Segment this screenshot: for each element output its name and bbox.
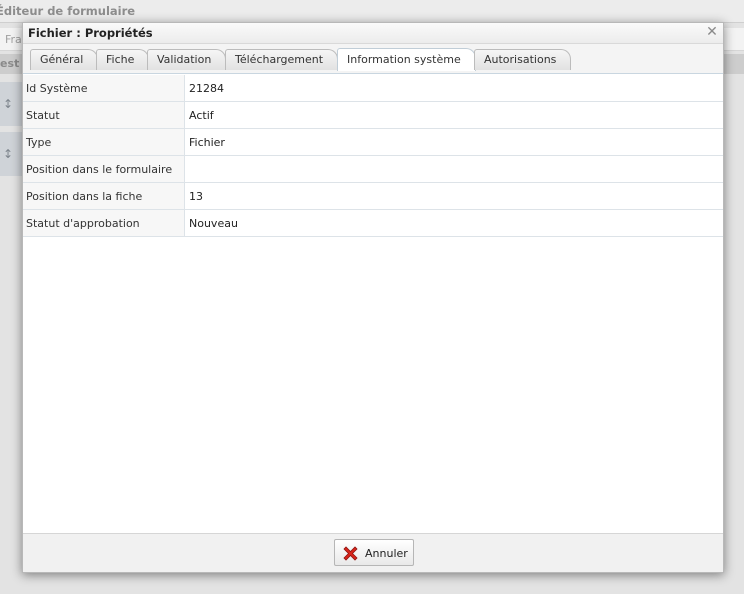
property-label: Statut d'approbation [23, 209, 185, 237]
property-value [184, 155, 723, 183]
table-row: Statut Actif [23, 101, 723, 129]
property-label: Statut [23, 101, 185, 129]
property-value: Fichier [184, 128, 723, 156]
properties-dialog: Fichier : Propriétés ✕ Général Fiche Val… [22, 22, 724, 573]
background-row-handle: ↕ [0, 132, 23, 176]
property-label: Type [23, 128, 185, 156]
tab-strip: Général Fiche Validation Téléchargement … [23, 44, 723, 74]
table-row: Position dans le formulaire [23, 155, 723, 183]
drag-handle-icon: ↕ [3, 147, 14, 161]
property-label: Position dans le formulaire [23, 155, 185, 183]
tab-validation[interactable]: Validation [147, 49, 227, 70]
background-section-text: est [0, 57, 20, 70]
dialog-footer: Annuler [23, 533, 723, 572]
close-icon[interactable]: ✕ [705, 24, 719, 40]
property-label: Position dans la fiche [23, 182, 185, 210]
tab-telechargement[interactable]: Téléchargement [225, 49, 339, 70]
tab-general[interactable]: Général [30, 49, 99, 70]
table-row: Id Système 21284 [23, 75, 723, 102]
background-toolbar-text: Fra [5, 33, 22, 46]
system-info-table: Id Système 21284 Statut Actif Type Fichi… [23, 75, 723, 237]
drag-handle-icon: ↕ [3, 97, 14, 111]
table-row: Type Fichier [23, 128, 723, 156]
cancel-button-label: Annuler [365, 547, 408, 560]
tab-fiche[interactable]: Fiche [96, 49, 150, 70]
property-value: Nouveau [184, 209, 723, 237]
property-value: 13 [184, 182, 723, 210]
background-row-handle: ↕ [0, 82, 23, 126]
property-label: Id Système [23, 75, 185, 102]
background-window-title: Éditeur de formulaire [0, 4, 136, 18]
table-row: Position dans la fiche 13 [23, 182, 723, 210]
cancel-button[interactable]: Annuler [334, 539, 414, 566]
table-row: Statut d'approbation Nouveau [23, 209, 723, 237]
red-x-icon [343, 546, 358, 561]
tab-information-systeme[interactable]: Information système [337, 48, 476, 71]
tab-autorisations[interactable]: Autorisations [474, 49, 572, 70]
property-value: 21284 [184, 75, 723, 102]
dialog-titlebar[interactable]: Fichier : Propriétés ✕ [23, 23, 723, 44]
property-value: Actif [184, 101, 723, 129]
dialog-title: Fichier : Propriétés [28, 26, 153, 40]
